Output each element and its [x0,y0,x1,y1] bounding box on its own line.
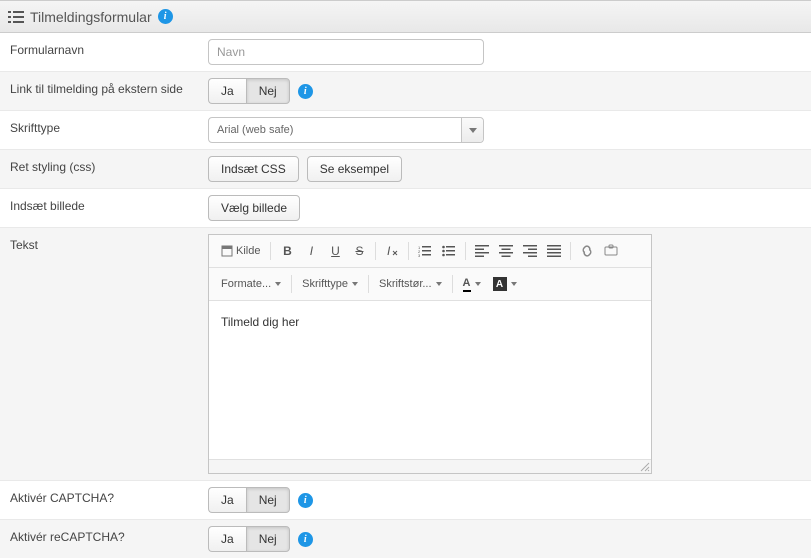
label-tekst: Tekst [0,228,200,262]
skrifttype-select[interactable]: Arial (web safe) [208,117,484,143]
captcha-ja-button[interactable]: Ja [208,487,246,513]
link-button[interactable] [575,239,599,263]
formularnavn-input[interactable] [208,39,484,65]
list-icon [8,10,24,24]
link-ekstern-nej-button[interactable]: Nej [246,78,290,104]
italic-button[interactable]: I [299,239,323,263]
label-formularnavn: Formularnavn [0,33,200,71]
align-justify-button[interactable] [542,239,566,263]
editor-toolbar-1: Kilde B I U S I 123 [209,235,651,268]
info-icon[interactable]: i [298,532,313,547]
info-icon[interactable]: i [298,493,313,508]
row-formularnavn: Formularnavn [0,33,811,72]
info-icon[interactable]: i [298,84,313,99]
captcha-nej-button[interactable]: Nej [246,487,290,513]
svg-text:I: I [387,244,391,258]
underline-button[interactable]: U [323,239,347,263]
chevron-down-icon [511,282,517,286]
remove-format-button[interactable]: I [380,239,404,263]
chevron-down-icon [461,118,483,142]
bullet-list-button[interactable] [437,239,461,263]
row-ret-styling: Ret styling (css) Indsæt CSS Se eksempel [0,150,811,189]
link-ekstern-toggle: Ja Nej [208,78,290,104]
skrifttype-select-value: Arial (web safe) [209,124,461,136]
editor-toolbar-2: Formate... Skrifttype Skriftstør... A A [209,268,651,301]
label-link-ekstern: Link til tilmelding på ekstern side [0,72,200,110]
editor-source-button[interactable]: Kilde [215,239,266,263]
background-color-button[interactable]: A [487,272,523,296]
form-header: Tilmeldingsformular i [0,0,811,33]
source-icon [221,245,233,257]
row-skrifttype: Skrifttype Arial (web safe) [0,111,811,150]
chevron-down-icon [352,282,358,286]
row-recaptcha: Aktivér reCAPTCHA? Ja Nej i [0,520,811,558]
editor-resize-bar [209,459,651,473]
label-indsaet-billede: Indsæt billede [0,189,200,227]
numbered-list-button[interactable]: 123 [413,239,437,263]
chevron-down-icon [436,282,442,286]
label-captcha: Aktivér CAPTCHA? [0,481,200,519]
format-dropdown[interactable]: Formate... [215,272,287,296]
bold-button[interactable]: B [275,239,299,263]
recaptcha-nej-button[interactable]: Nej [246,526,290,552]
rich-text-editor: Kilde B I U S I 123 [208,234,652,474]
recaptcha-ja-button[interactable]: Ja [208,526,246,552]
recaptcha-toggle: Ja Nej [208,526,290,552]
chevron-down-icon [275,282,281,286]
vaelg-billede-button[interactable]: Vælg billede [208,195,300,221]
row-link-ekstern: Link til tilmelding på ekstern side Ja N… [0,72,811,111]
font-size-dropdown[interactable]: Skriftstør... [373,272,448,296]
indsaet-css-button[interactable]: Indsæt CSS [208,156,299,182]
align-left-button[interactable] [470,239,494,263]
editor-content-area[interactable]: Tilmeld dig her [209,301,651,459]
align-center-button[interactable] [494,239,518,263]
strikethrough-button[interactable]: S [347,239,371,263]
font-family-dropdown[interactable]: Skrifttype [296,272,364,296]
se-eksempel-button[interactable]: Se eksempel [307,156,402,182]
anchor-button[interactable] [599,239,623,263]
align-right-button[interactable] [518,239,542,263]
captcha-toggle: Ja Nej [208,487,290,513]
row-captcha: Aktivér CAPTCHA? Ja Nej i [0,481,811,520]
info-icon[interactable]: i [158,9,173,24]
resize-handle-icon[interactable] [638,460,650,472]
chevron-down-icon [475,282,481,286]
row-indsaet-billede: Indsæt billede Vælg billede [0,189,811,228]
svg-text:3: 3 [418,253,421,257]
link-ekstern-ja-button[interactable]: Ja [208,78,246,104]
label-ret-styling: Ret styling (css) [0,150,200,188]
text-color-button[interactable]: A [457,272,487,296]
label-skrifttype: Skrifttype [0,111,200,149]
row-tekst: Tekst Kilde B I U S I 123 [0,228,811,481]
label-recaptcha: Aktivér reCAPTCHA? [0,520,200,558]
page-title: Tilmeldingsformular [30,9,152,25]
